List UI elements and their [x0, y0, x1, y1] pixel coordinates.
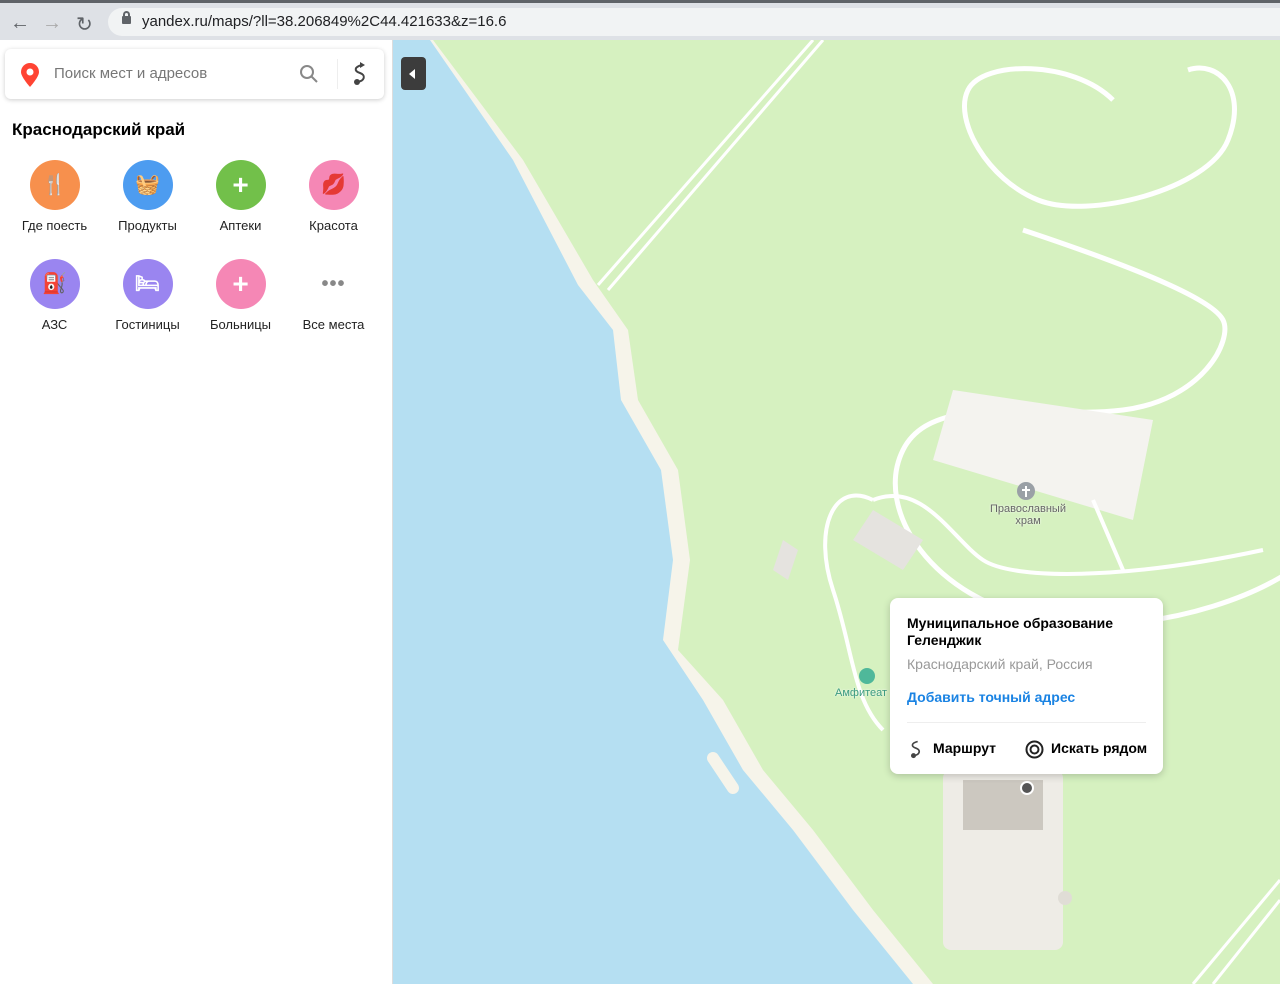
back-button[interactable]: ←	[10, 12, 30, 35]
place-subtitle: Краснодарский край, Россия	[907, 656, 1093, 672]
category-label: Все места	[302, 317, 365, 332]
category-label: АЗС	[41, 317, 68, 332]
browser-toolbar: ← → ↻ yandex.ru/maps/?ll=38.206849%2C44.…	[0, 0, 1280, 40]
category-icon: 🛏	[122, 259, 173, 309]
route-button[interactable]: Маршрут	[933, 740, 996, 756]
category-label: Где поесть	[21, 218, 88, 233]
category-icon: +	[215, 160, 266, 210]
category-6[interactable]: + Больницы	[194, 259, 287, 332]
divider	[907, 722, 1146, 723]
category-icon: +	[215, 259, 266, 309]
region-title: Краснодарский край	[12, 120, 186, 139]
category-icon: •••	[321, 273, 346, 295]
category-icon: 🍴	[29, 160, 80, 210]
category-1[interactable]: 🧺 Продукты	[101, 160, 194, 233]
category-label: Продукты	[118, 218, 177, 233]
address-bar[interactable]: yandex.ru/maps/?ll=38.206849%2C44.421633…	[108, 8, 1280, 36]
search-nearby-button[interactable]: Искать рядом	[1051, 740, 1147, 756]
church-icon[interactable]	[1017, 482, 1035, 500]
category-label: Аптеки	[219, 218, 262, 233]
route-icon[interactable]	[350, 62, 370, 86]
map-canvas[interactable]: Православный храм Амфитеат	[393, 40, 1280, 984]
add-address-link[interactable]: Добавить точный адрес	[907, 689, 1075, 705]
category-label: Гостиницы	[115, 317, 180, 332]
category-4[interactable]: ⛽ АЗС	[8, 259, 101, 332]
location-marker-icon	[1020, 781, 1034, 795]
category-label: Красота	[309, 218, 358, 233]
church-label[interactable]: Православный храм	[978, 503, 1078, 527]
category-0[interactable]: 🍴 Где поесть	[8, 160, 101, 233]
category-3[interactable]: 💋 Красота	[287, 160, 380, 233]
place-card: Муниципальное образование Геленджик Крас…	[890, 598, 1163, 774]
sidebar: Поиск мест и адресов Краснодарский край …	[0, 40, 393, 984]
category-label: Больницы	[209, 317, 272, 332]
collapse-sidebar-button[interactable]	[401, 57, 426, 90]
lock-icon	[122, 11, 131, 24]
yandex-pin-icon	[21, 63, 39, 87]
category-2[interactable]: + Аптеки	[194, 160, 287, 233]
category-icon: 🧺	[122, 160, 173, 210]
category-icon: 💋	[308, 160, 359, 210]
forward-button[interactable]: →	[42, 12, 62, 35]
search-box[interactable]: Поиск мест и адресов	[5, 49, 384, 99]
nearby-icon	[1025, 740, 1044, 759]
url-text: yandex.ru/maps/?ll=38.206849%2C44.421633…	[142, 13, 507, 30]
search-input[interactable]: Поиск мест и адресов	[54, 65, 207, 82]
amphitheatre-label[interactable]: Амфитеат	[835, 687, 887, 699]
reload-button[interactable]: ↻	[76, 12, 93, 37]
category-icon: ⛽	[29, 259, 80, 309]
search-icon[interactable]	[300, 65, 318, 83]
route-icon	[911, 740, 920, 759]
category-7[interactable]: ••• Все места	[287, 259, 380, 332]
theatre-icon[interactable]	[859, 668, 875, 684]
map-background	[393, 40, 1280, 984]
place-title: Муниципальное образование Геленджик	[907, 615, 1114, 648]
category-5[interactable]: 🛏 Гостиницы	[101, 259, 194, 332]
